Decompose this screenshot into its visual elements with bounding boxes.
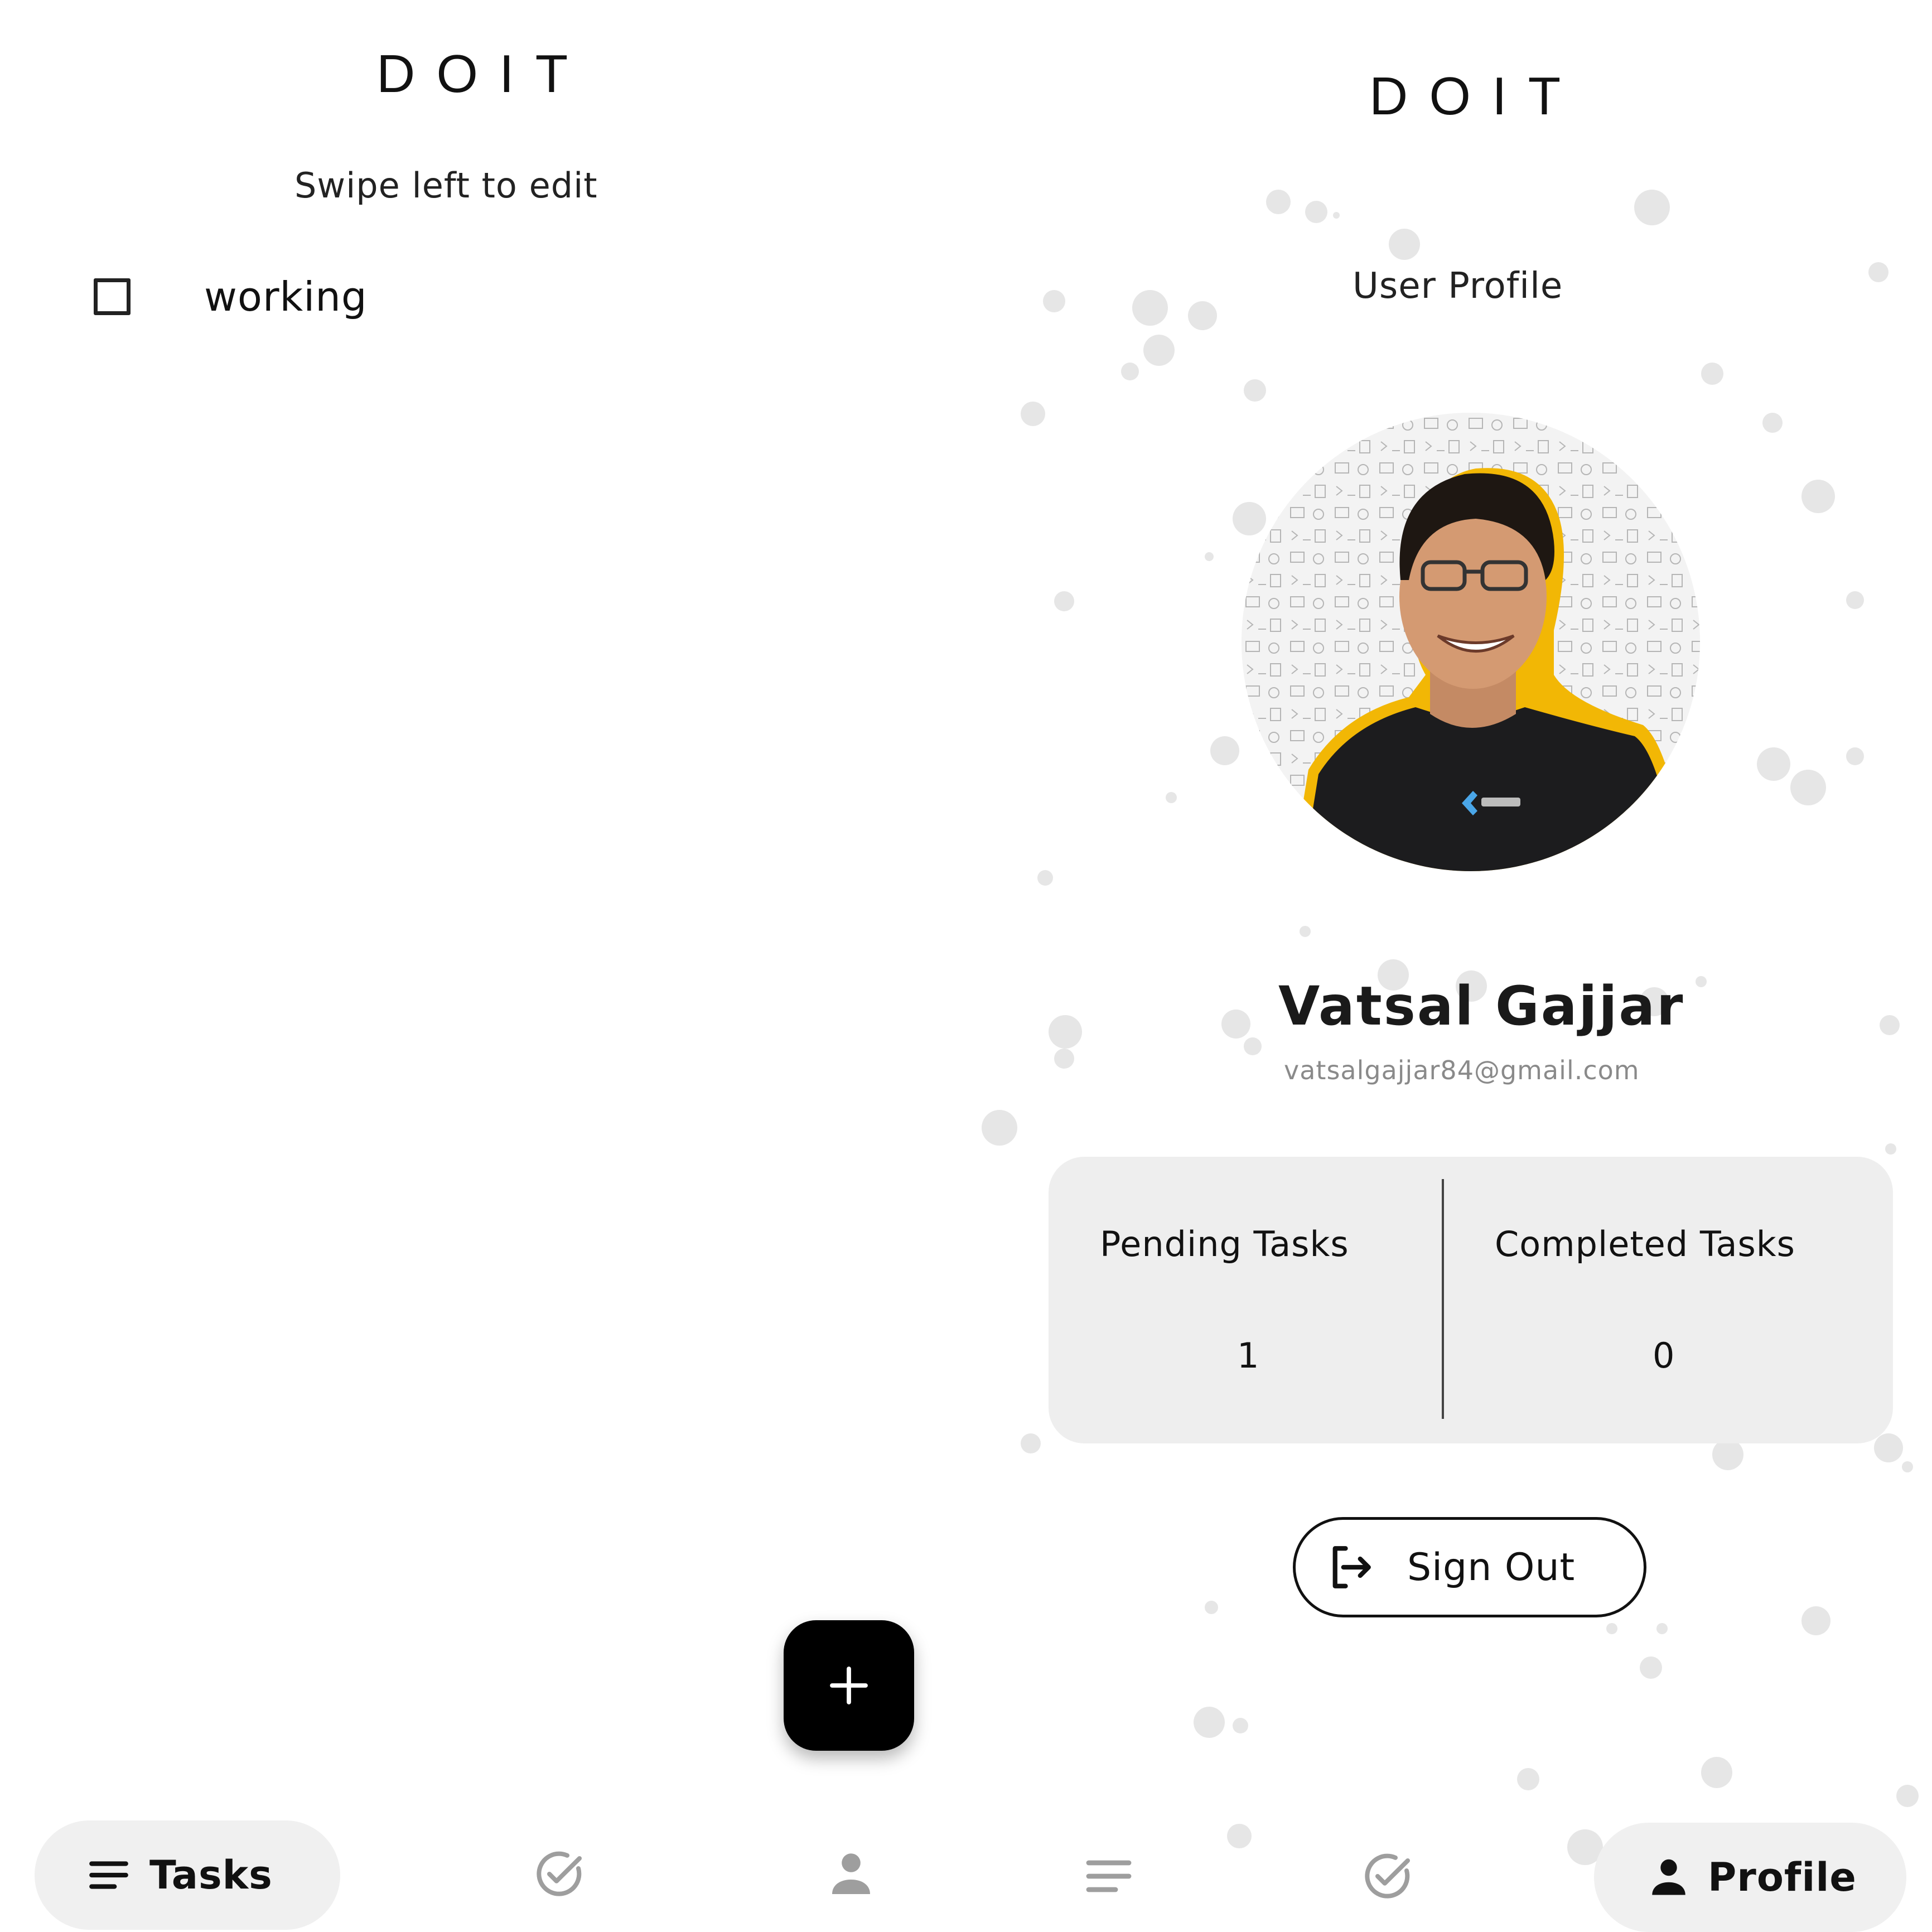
particle	[1227, 1824, 1252, 1848]
particle	[982, 1110, 1017, 1146]
logout-icon	[1332, 1546, 1371, 1588]
particle	[1205, 552, 1214, 561]
particle	[1640, 1656, 1662, 1679]
particle	[1634, 190, 1670, 225]
particle	[1757, 747, 1790, 781]
particle	[1054, 591, 1074, 611]
nav-tab-profile[interactable]: Profile	[1594, 1823, 1906, 1932]
particle	[1762, 413, 1783, 433]
nav-tab-profile[interactable]	[824, 1847, 878, 1901]
list-icon	[89, 1861, 128, 1889]
sign-out-label: Sign Out	[1407, 1545, 1576, 1590]
particle	[1266, 190, 1291, 214]
list-icon	[1086, 1860, 1132, 1892]
completed-tasks-count: 0	[1653, 1335, 1675, 1376]
nav-tab-tasks[interactable]: Tasks	[35, 1820, 340, 1930]
pending-tasks-label: Pending Tasks	[1100, 1224, 1349, 1264]
task-stats-card: Pending Tasks 1 Completed Tasks 0	[1049, 1157, 1893, 1443]
particle	[1300, 926, 1311, 937]
particle	[1205, 1601, 1218, 1614]
pending-tasks-count: 1	[1237, 1335, 1259, 1376]
particle	[1121, 363, 1139, 380]
particle	[1389, 229, 1420, 260]
particle	[1233, 1718, 1248, 1733]
particle	[1801, 480, 1835, 513]
particle	[1244, 1037, 1262, 1055]
person-icon	[1652, 1859, 1685, 1895]
user-name: Vatsal Gajjar	[1278, 975, 1685, 1037]
nav-tab-completed[interactable]	[533, 1847, 586, 1901]
task-title: working	[204, 273, 368, 320]
particle	[1037, 870, 1053, 886]
particle	[1043, 290, 1065, 312]
particle	[1333, 212, 1340, 219]
nav-tab-label: Tasks	[149, 1852, 273, 1898]
particle	[1021, 1433, 1041, 1453]
particle	[1021, 402, 1045, 426]
nav-tab-completed[interactable]	[1361, 1849, 1414, 1903]
check-circle-icon	[1365, 1853, 1410, 1899]
task-checkbox[interactable]	[94, 278, 131, 315]
particle	[1790, 770, 1826, 805]
particle	[1656, 1623, 1668, 1634]
particle	[1143, 335, 1175, 366]
completed-tasks-label: Completed Tasks	[1495, 1224, 1795, 1264]
stats-divider	[1442, 1179, 1444, 1419]
particle	[1701, 363, 1723, 385]
particle	[1188, 301, 1217, 330]
task-item[interactable]: working	[94, 273, 368, 320]
particle	[1210, 736, 1239, 765]
particle	[1846, 591, 1864, 609]
particle	[1868, 262, 1888, 282]
particle	[1132, 290, 1168, 326]
particle	[1712, 1439, 1743, 1470]
particle	[1874, 1433, 1903, 1462]
particle	[1054, 1049, 1074, 1069]
particle	[1305, 201, 1327, 223]
check-circle-icon	[537, 1851, 582, 1896]
particle	[1701, 1757, 1732, 1788]
swipe-hint: Swipe left to edit	[294, 165, 598, 206]
particle	[1896, 1785, 1919, 1807]
add-task-button[interactable]	[784, 1620, 914, 1751]
page-title: User Profile	[1353, 265, 1563, 307]
particle	[1194, 1707, 1225, 1738]
particle	[1233, 502, 1266, 535]
app-screens: DOIT Swipe left to edit working Tasks DO…	[0, 0, 1932, 1932]
avatar	[1242, 413, 1700, 871]
nav-tab-label: Profile	[1708, 1854, 1857, 1900]
particle	[1606, 1623, 1617, 1634]
avatar-photo	[1242, 413, 1700, 871]
nav-tab-tasks[interactable]	[1082, 1849, 1136, 1903]
particle	[1846, 747, 1864, 765]
plus-icon	[830, 1667, 868, 1704]
app-title: DOIT	[1369, 66, 1582, 126]
sign-out-button[interactable]: Sign Out	[1293, 1517, 1646, 1617]
particle	[1517, 1768, 1539, 1790]
particle	[1902, 1461, 1913, 1472]
particle	[1801, 1606, 1830, 1635]
particle	[1244, 379, 1266, 402]
particle	[1166, 792, 1177, 803]
user-email: vatsalgajjar84@gmail.com	[1284, 1055, 1640, 1085]
app-title: DOIT	[376, 44, 590, 104]
particle	[1885, 1143, 1896, 1155]
person-icon	[832, 1853, 870, 1894]
